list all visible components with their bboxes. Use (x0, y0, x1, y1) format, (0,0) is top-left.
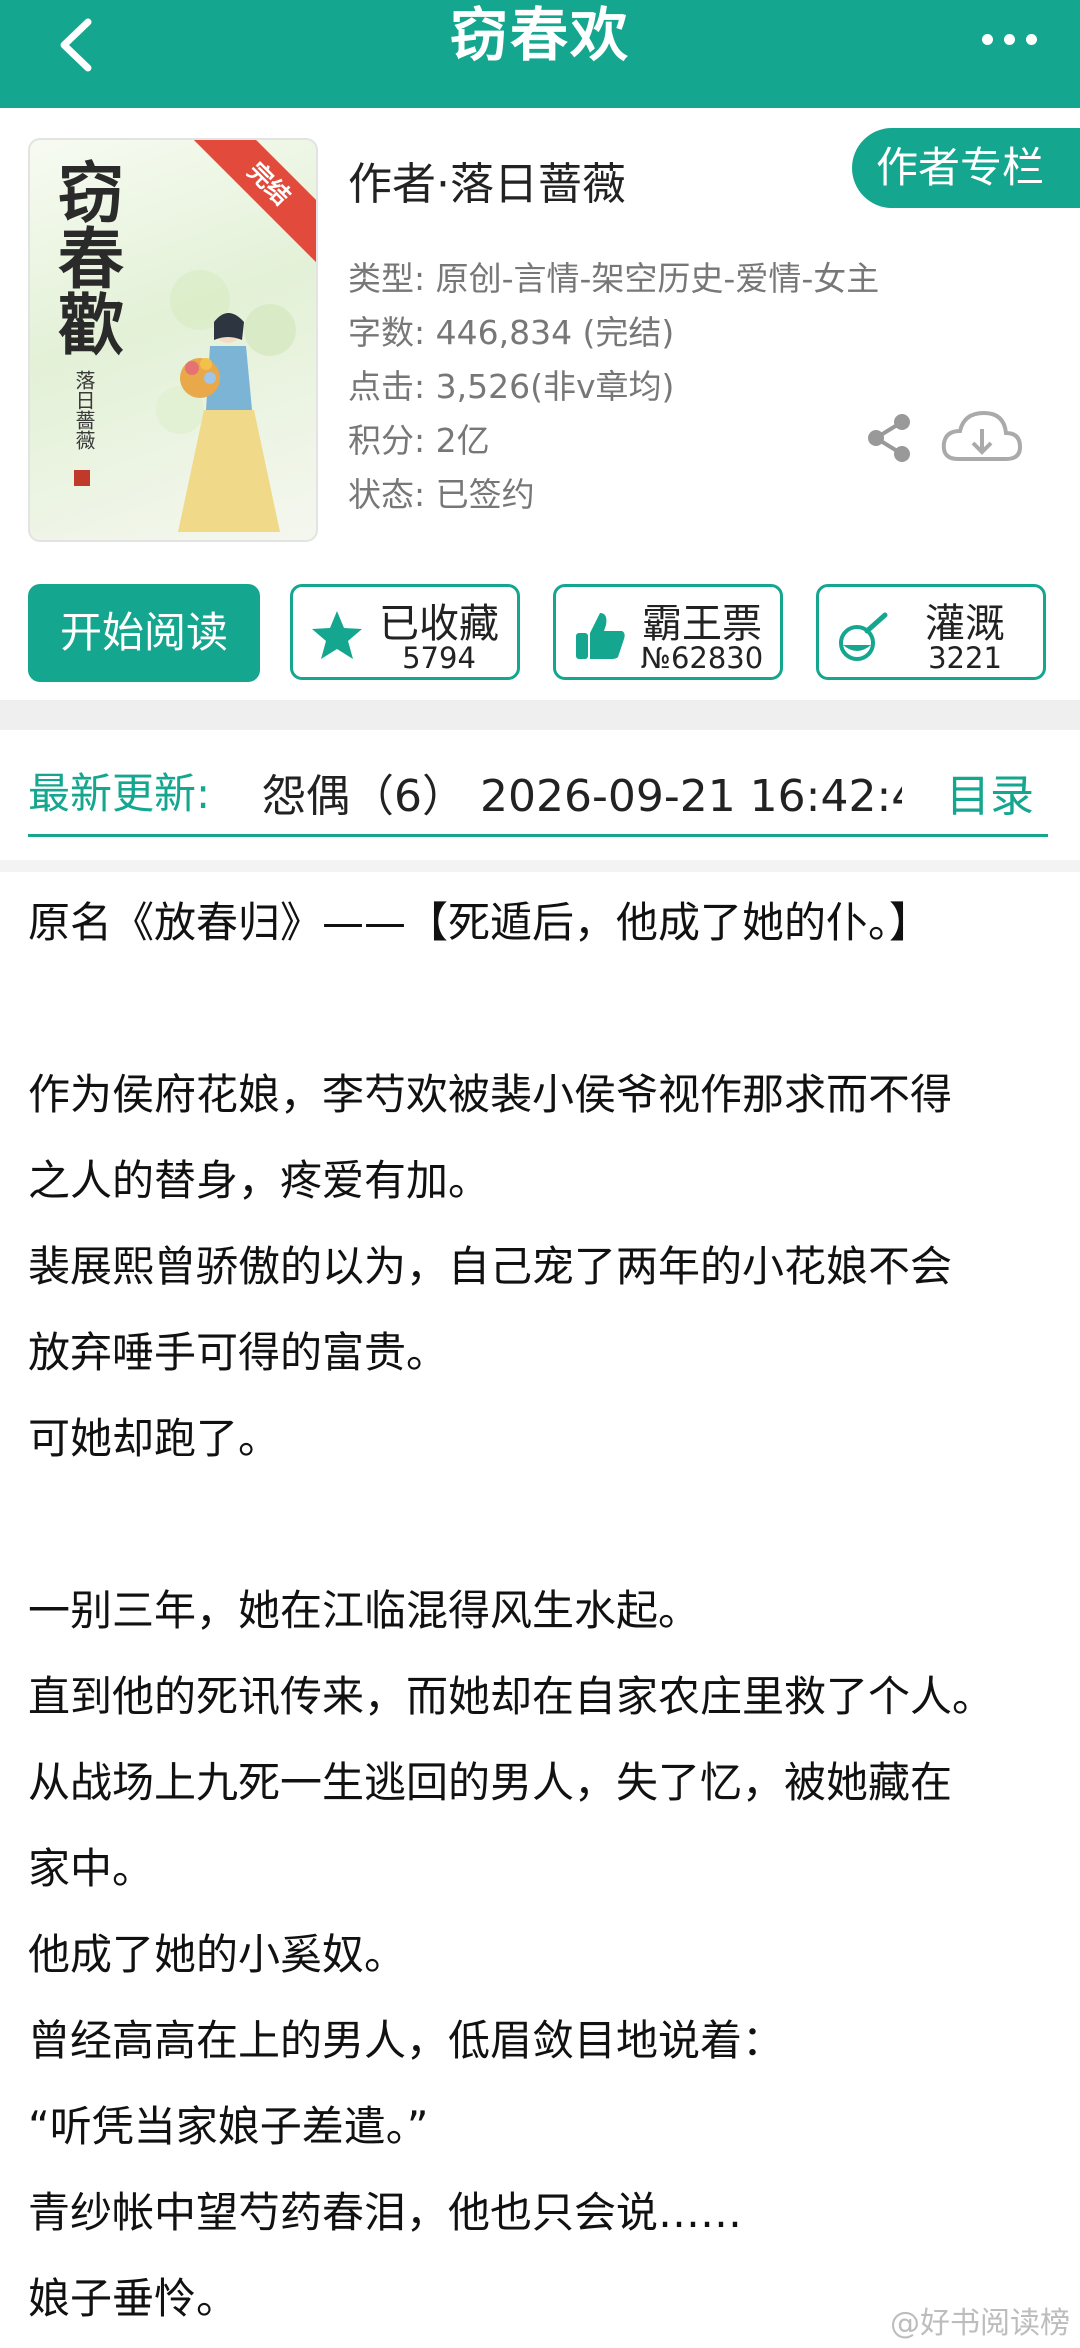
meta-word-count: 字数: 446,834 (完结) (348, 313, 675, 352)
thumbs-up-icon (570, 605, 630, 665)
book-description: 原名《放春归》——【死遁后，他成了她的仆。】 作为侯府花娘，李芍欢被裴小侯爷视作… (28, 880, 1068, 2342)
meta-genre: 类型: 原创-言情-架空历史-爱情-女主 (348, 259, 880, 298)
meta-clicks: 点击: 3,526(非v章均) (348, 367, 675, 406)
latest-update-text[interactable]: 怨偶（6） 2026-09-21 16:42:40 (262, 760, 902, 824)
description-line: 作为侯府花娘，李芍欢被裴小侯爷视作那求而不得 (28, 1070, 953, 1119)
description-line: 一别三年，她在江临混得风生水起。 (28, 1586, 701, 1635)
description-line: 青纱帐中望芍药春泪，他也只会说…… (28, 2188, 743, 2237)
description-line: 可她却跑了。 (28, 1414, 281, 1463)
watering-flask-icon (833, 605, 893, 665)
meta-status: 状态: 已签约 (348, 475, 535, 514)
description-line: 他成了她的小奚奴。 (28, 1930, 407, 1979)
star-icon (307, 605, 367, 665)
underline-divider (28, 834, 1048, 837)
description-line: 直到他的死讯传来，而她却在自家农庄里救了个人。 (28, 1672, 995, 1721)
book-cover[interactable]: 窃春歡 落日薔薇 完结 (28, 138, 318, 542)
ticket-count: №62830 (640, 641, 764, 675)
meta-score: 积分: 2亿 (348, 421, 490, 460)
description-line (28, 966, 1068, 1052)
description-line: 裴展熙曾骄傲的以为，自己宠了两年的小花娘不会 (28, 1242, 953, 1291)
cover-seal (74, 470, 90, 486)
description-line: 之人的替身，疼爱有加。 (28, 1156, 491, 1205)
more-options-icon[interactable] (974, 10, 1044, 70)
author-name[interactable]: 作者·落日蔷薇 (348, 148, 626, 212)
cover-author-sign: 落日薔薇 (72, 370, 96, 450)
page-title: 窃春欢 (449, 1, 630, 69)
watermark: @好书阅读榜 (890, 2306, 1070, 2341)
author-column-button[interactable]: 作者专栏 (852, 128, 1080, 208)
section-divider-2 (0, 860, 1080, 872)
top-bar: 窃春欢 (0, 0, 1080, 108)
description-line: 家中。 (28, 1844, 155, 1893)
irrigate-count: 3221 (928, 641, 1002, 675)
collect-count: 5794 (402, 641, 476, 675)
description-line: 原名《放春归》——【死遁后，他成了她的仆。】 (28, 898, 932, 947)
description-line: 从战场上九死一生逃回的男人，失了忆，被她藏在 (28, 1758, 953, 1807)
latest-update-row: 最新更新: 怨偶（6） 2026-09-21 16:42:40 目录 (0, 730, 1080, 860)
overlord-ticket-button[interactable]: 霸王票 №62830 (553, 584, 783, 680)
cover-calligraphy: 窃春歡 (47, 158, 125, 356)
description-line: 曾经高高在上的男人，低眉敛目地说着： (28, 2016, 785, 2065)
description-line: 放弃唾手可得的富贵。 (28, 1328, 449, 1377)
cloud-download-icon[interactable] (938, 405, 1024, 471)
section-divider (0, 700, 1080, 730)
description-line (28, 1482, 1068, 1568)
completed-ribbon: 完结 (186, 140, 316, 267)
description-line: “听凭当家娘子差遣。” (28, 2102, 429, 2151)
share-icon[interactable] (862, 410, 918, 466)
collect-button[interactable]: 已收藏 5794 (290, 584, 520, 680)
start-reading-button[interactable]: 开始阅读 (28, 584, 260, 682)
cover-illustration (156, 270, 296, 532)
irrigate-button[interactable]: 灌溉 3221 (816, 584, 1046, 680)
table-of-contents-link[interactable]: 目录 (946, 760, 1034, 824)
latest-update-label: 最新更新: (28, 769, 211, 818)
